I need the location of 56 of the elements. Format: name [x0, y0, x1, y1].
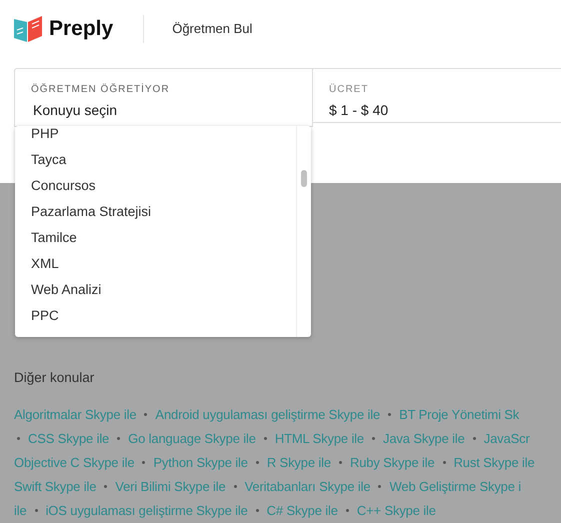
dropdown-option[interactable]: PHP — [31, 126, 296, 147]
topic-link[interactable]: Go language Skype ile — [128, 430, 256, 446]
topic-link[interactable]: R Skype ile — [266, 454, 331, 470]
topic-link[interactable]: Android uygulaması geliştirme Skype ile — [155, 406, 380, 422]
brand-name[interactable]: Preply — [49, 16, 114, 40]
field-label: ÜCRET — [329, 84, 370, 95]
separator-dot — [234, 484, 237, 488]
separator-dot — [388, 412, 392, 416]
separator-dot — [378, 484, 382, 488]
topic-link[interactable]: iOS uygulaması geliştirme Skype ile — [46, 502, 248, 518]
logo-icon — [14, 16, 42, 42]
topic-link[interactable]: Swift Skype ile — [14, 478, 96, 494]
separator-dot — [472, 436, 476, 440]
separator-dot — [142, 460, 146, 464]
topic-link[interactable]: BT Proje Yönetimi Sk — [399, 406, 520, 422]
topic-link[interactable]: Python Skype ile — [153, 454, 248, 470]
topic-link[interactable]: Veri Bilimi Skype ile — [115, 478, 226, 494]
select-placeholder: Konuyu seçin — [33, 102, 118, 118]
topic-link[interactable]: Ruby Skype ile — [350, 454, 435, 470]
separator-dot — [144, 412, 148, 416]
separator-dot — [17, 436, 20, 440]
separator-dot — [346, 508, 349, 512]
price-field[interactable]: ÜCRET $ 1 - $ 40 — [313, 68, 561, 123]
separator-dot — [264, 436, 267, 440]
topic-link[interactable]: Rust Skype ile — [454, 454, 535, 470]
dropdown-option[interactable]: Pazarlama Stratejisi — [31, 199, 296, 225]
dropdown-option[interactable]: XML — [31, 251, 296, 277]
separator-dot — [104, 484, 108, 488]
topic-link[interactable]: C# Skype ile — [266, 502, 338, 518]
topic-link[interactable]: JavaScr — [484, 430, 530, 446]
dropdown-option[interactable]: Concursos — [31, 173, 296, 199]
scrollbar-thumb[interactable] — [301, 170, 307, 187]
nav-link[interactable]: Öğretmen Bul — [172, 21, 252, 36]
separator-dot — [256, 460, 259, 464]
topic-link[interactable]: Java Skype ile — [383, 430, 465, 446]
topic-link[interactable]: Web Geliştirme Skype i — [389, 478, 522, 494]
separator-dot — [256, 508, 259, 512]
dropdown-option[interactable]: Tamilce — [31, 225, 296, 251]
dropdown-option[interactable]: PPC — [31, 303, 296, 329]
topic-link[interactable]: Objective C Skype ile — [14, 454, 134, 470]
topic-link[interactable]: ile — [14, 502, 27, 518]
topic-link[interactable]: HTML Skype ile — [274, 430, 364, 446]
dropdown-option[interactable]: Web Analizi — [31, 277, 296, 303]
price-value: $ 1 - $ 40 — [329, 102, 390, 118]
separator-dot — [442, 460, 446, 464]
separator-dot — [372, 436, 375, 440]
topic-link[interactable]: C++ Skype ile — [356, 502, 436, 518]
topic-link[interactable]: Veritabanları Skype ile — [244, 478, 370, 494]
topic-link[interactable]: CSS Skype ile — [28, 430, 110, 446]
field-label: ÖĞRETMEN ÖĞRETİYOR — [31, 84, 171, 95]
section-title: Diğer konular — [14, 370, 96, 385]
separator-dot — [338, 460, 342, 464]
dropdown-option[interactable]: Tayca — [31, 147, 296, 173]
topic-link[interactable]: Algoritmalar Skype ile — [14, 406, 136, 422]
separator-dot — [117, 436, 120, 440]
separator-dot — [34, 508, 38, 512]
